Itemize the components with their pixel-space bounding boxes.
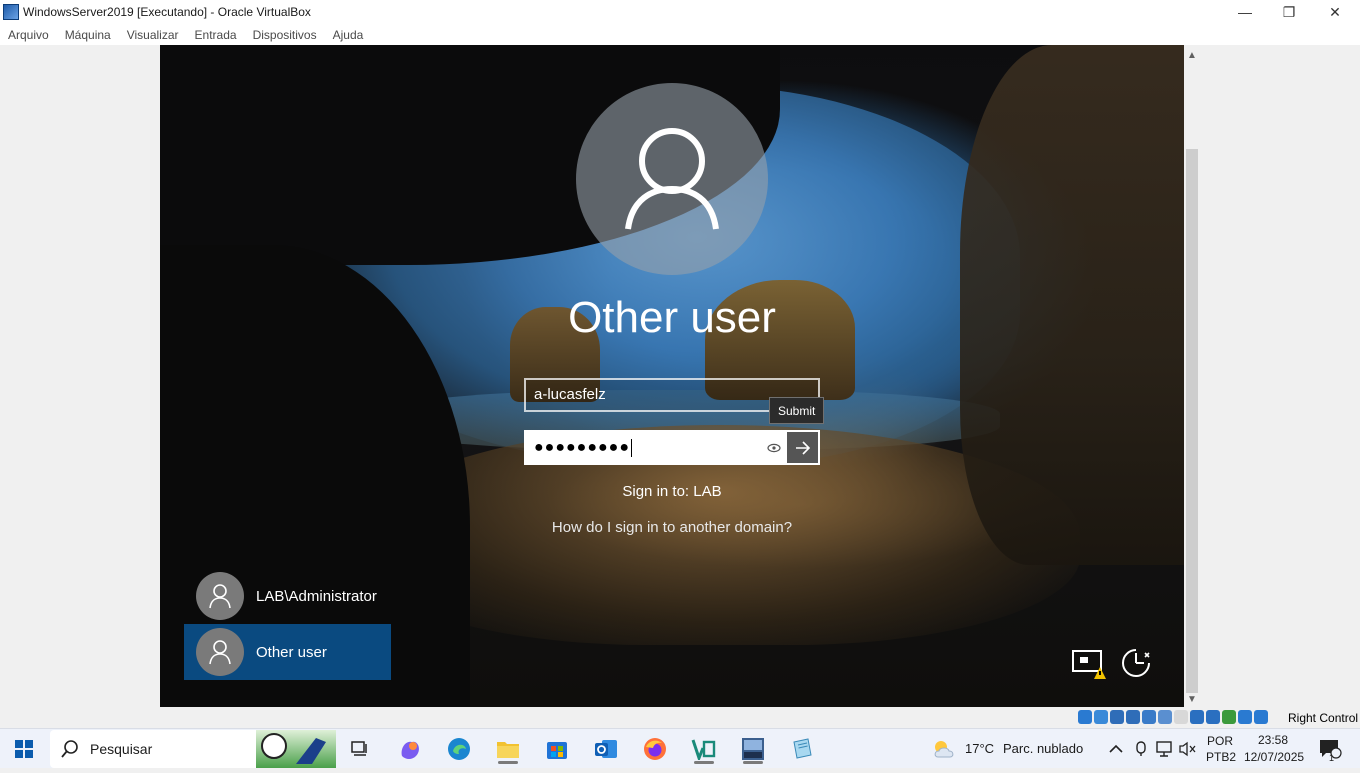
menu-visualizar[interactable]: Visualizar <box>127 28 179 42</box>
user-silhouette-icon <box>209 584 231 609</box>
menu-arquivo[interactable]: Arquivo <box>8 28 49 42</box>
window-titlebar: WindowsServer2019 [Executando] - Oracle … <box>0 0 1360 24</box>
vm-display-area: Other user a-lucasfelz Submit ●●●●●●●●● … <box>0 45 1360 708</box>
network-tray-icon[interactable] <box>1153 733 1177 765</box>
menu-maquina[interactable]: Máquina <box>65 28 111 42</box>
input-language[interactable]: POR <box>1207 734 1233 748</box>
submit-tooltip: Submit <box>769 397 825 424</box>
running-indicator <box>498 761 518 764</box>
network-warning-icon[interactable] <box>1070 645 1106 681</box>
password-value[interactable]: ●●●●●●●●● <box>526 438 761 457</box>
weather-description[interactable]: Parc. nublado <box>1003 741 1083 756</box>
keyboard-layout[interactable]: PTB2 <box>1206 750 1236 764</box>
user-avatar <box>576 83 768 275</box>
text-caret <box>630 438 632 457</box>
clock-time[interactable]: 23:58 <box>1258 733 1288 747</box>
windows-logo-icon <box>15 740 33 758</box>
window-title: WindowsServer2019 [Executando] - Oracle … <box>23 5 311 19</box>
running-indicator <box>694 761 714 764</box>
weather-temperature[interactable]: 17°C <box>965 741 994 756</box>
other-domain-link[interactable]: How do I sign in to another domain? <box>472 519 872 536</box>
sign-in-domain-label: Sign in to: LAB <box>622 483 722 500</box>
accessibility-icon[interactable] <box>1118 645 1154 681</box>
restore-button[interactable]: ❐ <box>1266 0 1312 24</box>
shared-folders-icon[interactable] <box>1158 710 1172 724</box>
user-tile-avatar <box>196 572 244 620</box>
user-silhouette-icon <box>625 128 719 230</box>
show-hidden-icons-chevron-icon[interactable] <box>1101 733 1131 765</box>
scroll-down-icon[interactable]: ▼ <box>1184 691 1200 707</box>
password-field[interactable]: ●●●●●●●●● <box>524 430 820 465</box>
submit-arrow-button[interactable] <box>787 432 818 463</box>
vbox-manager-icon[interactable] <box>688 733 720 765</box>
login-display-name: Other user <box>568 293 776 342</box>
network-icon[interactable] <box>1126 710 1140 724</box>
user-tile-label: Other user <box>256 643 327 661</box>
virtualbox-app-icon <box>3 4 19 20</box>
task-view-icon[interactable] <box>344 733 376 765</box>
weather-icon[interactable] <box>928 733 960 765</box>
audio-icon[interactable] <box>1110 710 1124 724</box>
notification-count: 1 <box>1329 753 1335 763</box>
optical-drive-icon[interactable] <box>1094 710 1108 724</box>
menu-bar: Arquivo Máquina Visualizar Entrada Dispo… <box>0 24 1360 45</box>
search-placeholder: Pesquisar <box>90 741 153 757</box>
menu-ajuda[interactable]: Ajuda <box>333 28 364 42</box>
scrollbar-thumb[interactable] <box>1186 149 1198 693</box>
video-capture-icon[interactable] <box>1190 710 1204 724</box>
mouse-integration-icon[interactable] <box>1238 710 1252 724</box>
close-button[interactable]: ✕ <box>1312 0 1358 24</box>
virtualization-icon[interactable] <box>1206 710 1220 724</box>
scroll-up-icon[interactable]: ▲ <box>1184 47 1200 63</box>
cpu-icon[interactable] <box>1222 710 1236 724</box>
user-tile-avatar <box>196 628 244 676</box>
vbox-device-icons <box>1078 710 1268 724</box>
start-button[interactable] <box>0 729 48 769</box>
meet-now-icon[interactable] <box>1130 733 1152 765</box>
minimize-button[interactable]: — <box>1222 0 1268 24</box>
user-tile-label: LAB\Administrator <box>256 587 377 605</box>
menu-entrada[interactable]: Entrada <box>195 28 237 42</box>
usb-icon[interactable] <box>1142 710 1156 724</box>
clock-date[interactable]: 12/07/2025 <box>1244 750 1304 764</box>
user-tile-administrator[interactable]: LAB\Administrator <box>184 568 391 624</box>
copilot-icon[interactable] <box>394 733 426 765</box>
volume-muted-icon[interactable] <box>1177 733 1199 765</box>
keyboard-icon[interactable] <box>1254 710 1268 724</box>
vm-screen[interactable]: Other user a-lucasfelz Submit ●●●●●●●●● … <box>160 45 1184 707</box>
search-highlight-art <box>256 730 336 768</box>
password-mask: ●●●●●●●●● <box>534 438 630 456</box>
search-icon <box>61 740 78 758</box>
file-explorer-icon[interactable] <box>492 733 524 765</box>
windows-server-vm-icon[interactable] <box>737 733 769 765</box>
outlook-icon[interactable] <box>590 733 622 765</box>
menu-dispositivos[interactable]: Dispositivos <box>253 28 317 42</box>
vbox-status-bar: Right Control <box>0 708 1360 728</box>
running-indicator <box>743 761 763 764</box>
notepad-icon[interactable] <box>786 733 818 765</box>
user-silhouette-icon <box>209 640 231 665</box>
edge-browser-icon[interactable] <box>443 733 475 765</box>
user-tile-other-user[interactable]: Other user <box>184 624 391 680</box>
host-key-label: Right Control <box>1288 711 1359 725</box>
wallpaper-cave-wall <box>960 45 1184 565</box>
display-icon[interactable] <box>1174 710 1188 724</box>
arrow-right-icon <box>795 440 810 455</box>
hard-disk-icon[interactable] <box>1078 710 1092 724</box>
reveal-password-icon[interactable] <box>761 432 787 463</box>
windows-taskbar: Pesquisar 17°C Parc. nublado POR PTB2 23… <box>0 728 1360 768</box>
firefox-icon[interactable] <box>639 733 671 765</box>
microsoft-store-icon[interactable] <box>541 733 573 765</box>
